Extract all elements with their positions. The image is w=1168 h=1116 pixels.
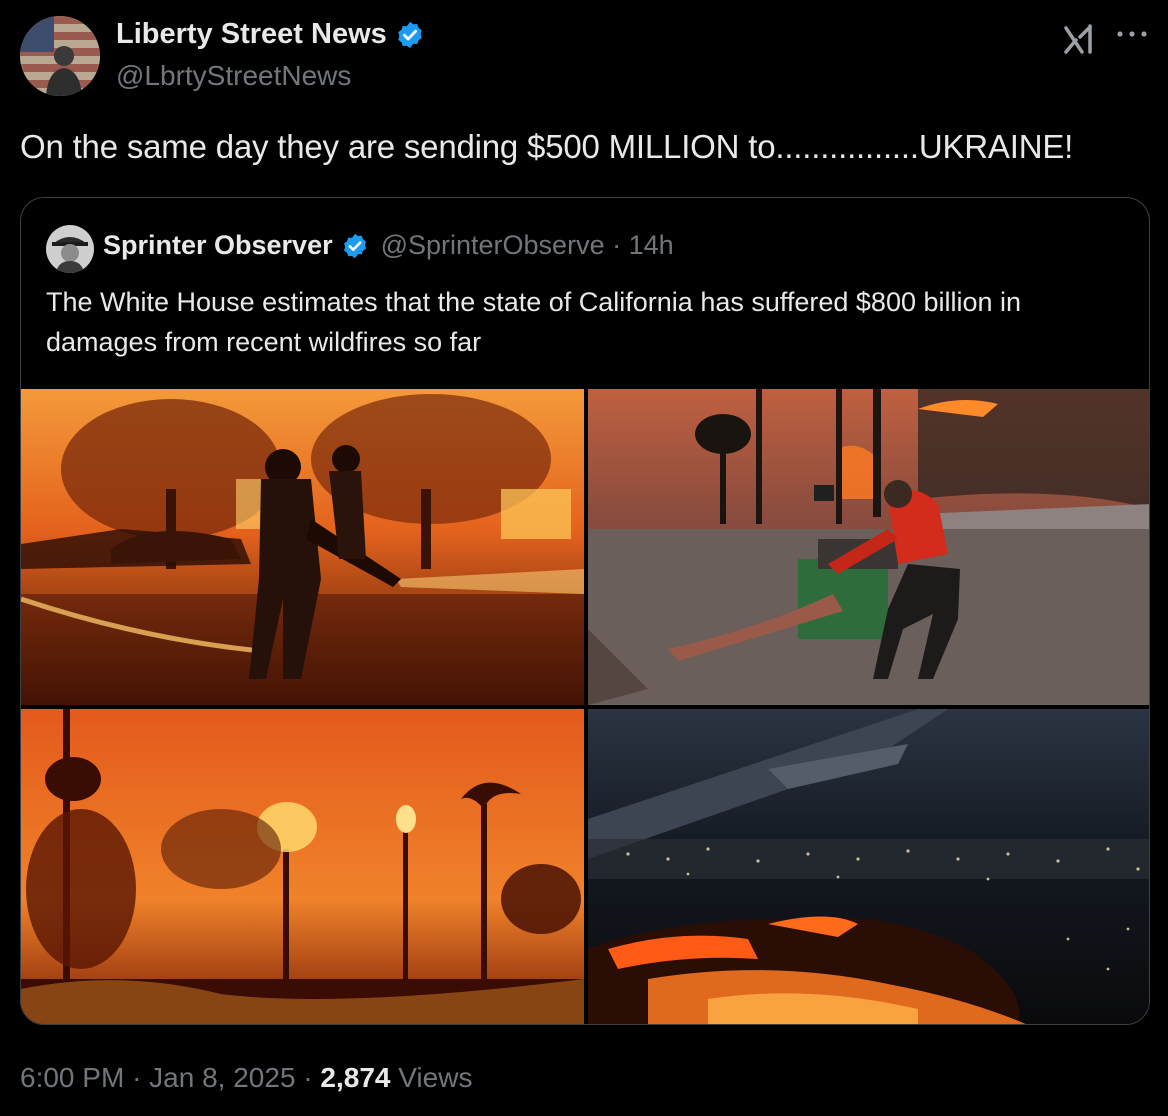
tweet-time[interactable]: 6:00 PM	[20, 1062, 124, 1093]
verified-badge-icon	[395, 20, 425, 50]
quote-time[interactable]: 14h	[629, 230, 674, 260]
quote-author-name[interactable]: Sprinter Observer	[103, 230, 333, 261]
media-grid	[21, 389, 1149, 1024]
footer-separator: ·	[132, 1062, 142, 1093]
verified-badge-icon	[341, 232, 369, 260]
firefighter-photo[interactable]	[21, 389, 584, 705]
author-name-row[interactable]: Liberty Street News	[116, 18, 425, 51]
author-avatar[interactable]	[20, 16, 100, 96]
burning-palms-photo[interactable]	[21, 709, 584, 1024]
grok-icon[interactable]	[1062, 22, 1096, 56]
quote-separator: ·	[612, 230, 622, 260]
views-count[interactable]: 2,874	[320, 1062, 390, 1093]
quote-header: Sprinter Observer @SprinterObserve · 14h	[103, 230, 674, 261]
quote-author-handle[interactable]: @SprinterObserve	[381, 230, 605, 260]
aerial-fire-photo[interactable]	[588, 709, 1149, 1024]
author-handle[interactable]: @LbrtyStreetNews	[116, 60, 351, 92]
tweet-text: On the same day they are sending $500 MI…	[20, 128, 1074, 165]
footer-separator: ·	[303, 1062, 313, 1093]
more-icon[interactable]	[1112, 22, 1152, 46]
quote-avatar[interactable]	[46, 225, 94, 273]
woman-pushing-cart-photo[interactable]	[588, 389, 1149, 705]
tweet-date[interactable]: Jan 8, 2025	[149, 1062, 295, 1093]
quoted-tweet-card[interactable]: Sprinter Observer @SprinterObserve · 14h…	[20, 197, 1150, 1025]
author-name[interactable]: Liberty Street News	[116, 18, 387, 51]
quote-text: The White House estimates that the state…	[46, 287, 1022, 357]
views-label: Views	[398, 1062, 473, 1093]
tweet-footer: 6:00 PM · Jan 8, 2025 · 2,874 Views	[20, 1062, 472, 1094]
